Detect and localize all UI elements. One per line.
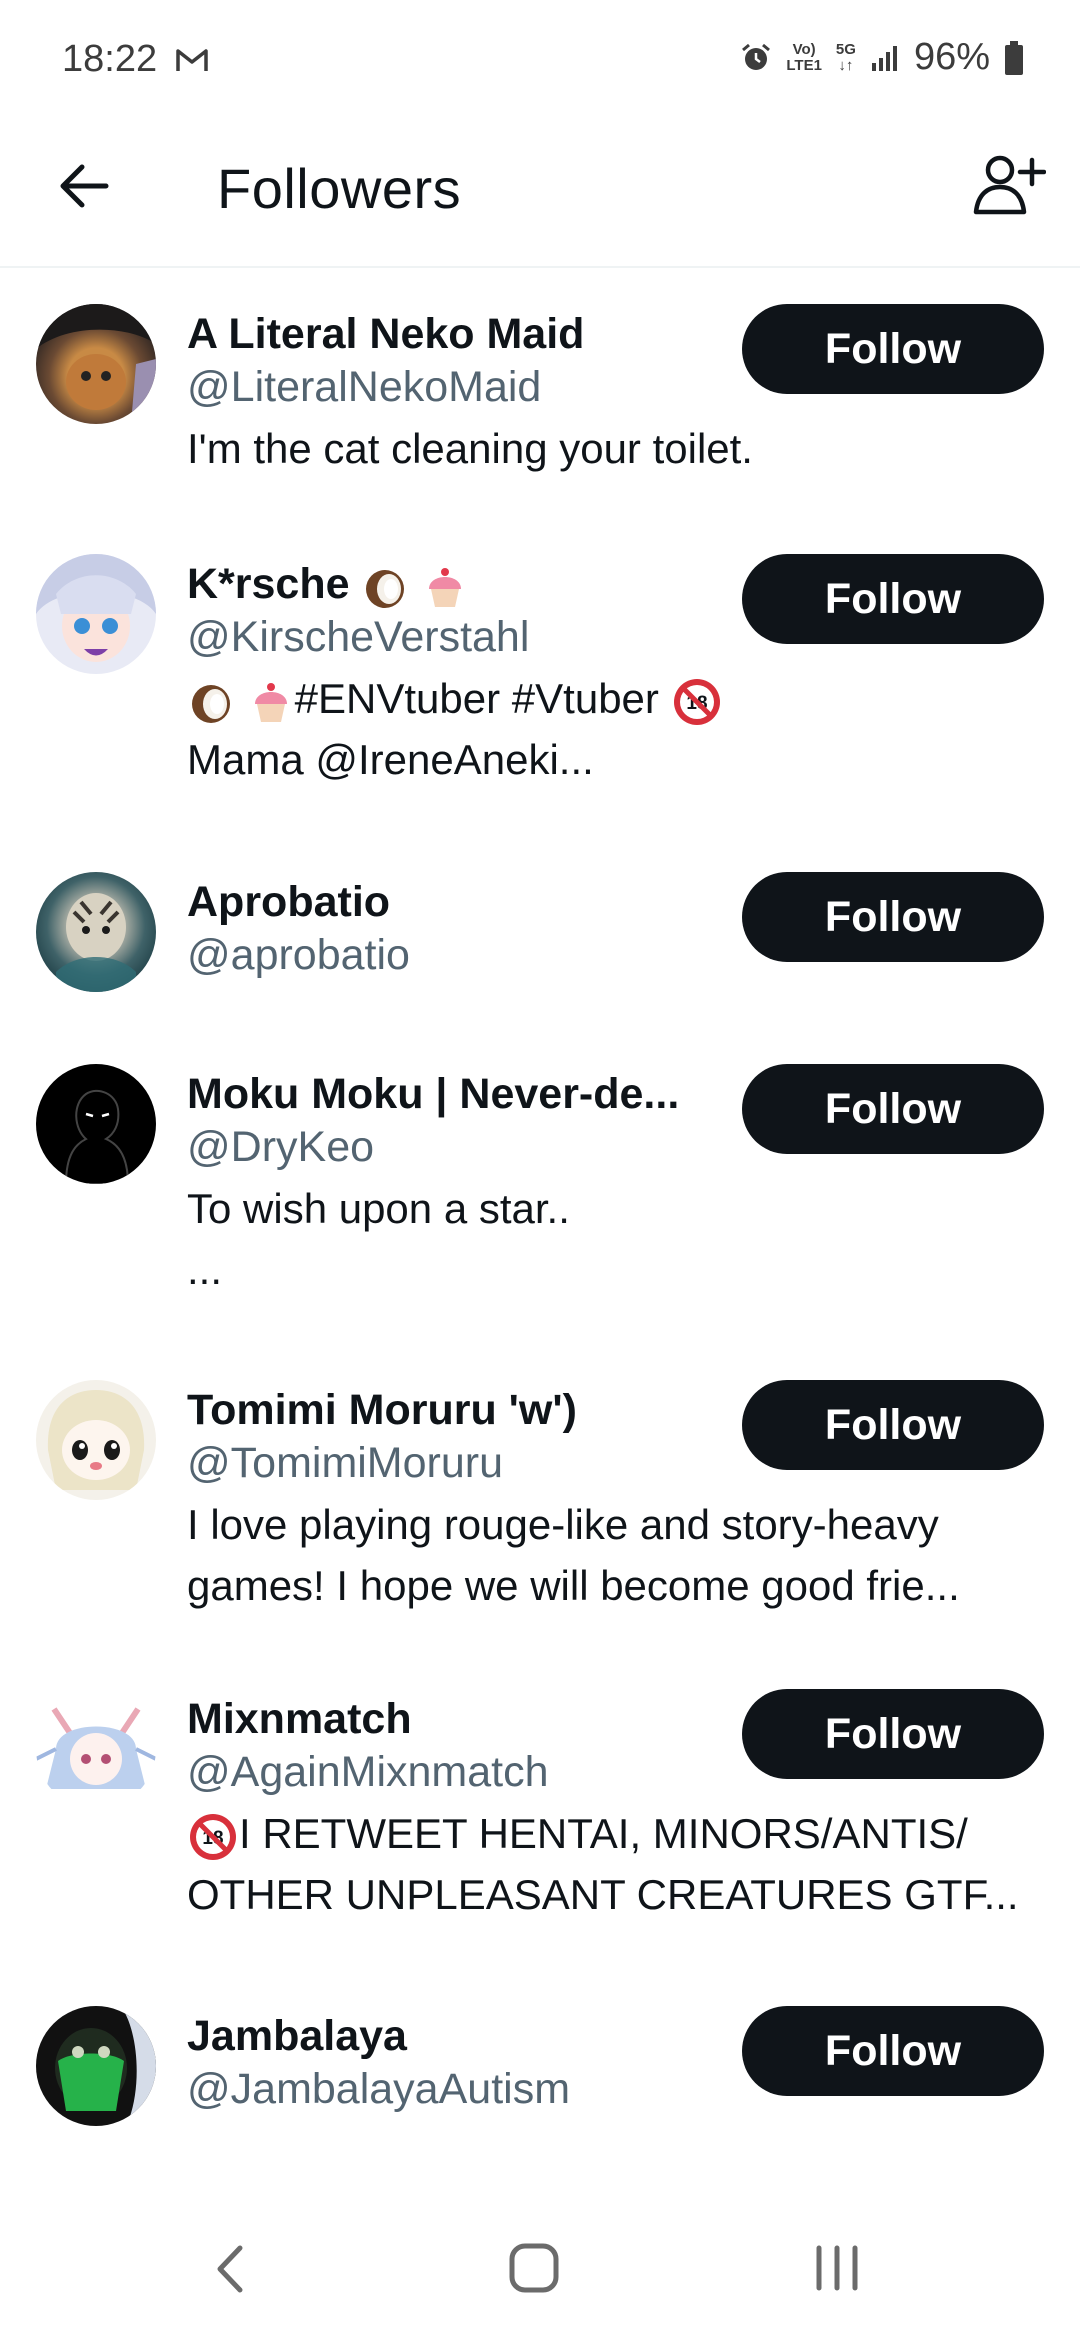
status-bar: 18:22 Vo) LTE1 5G ↓↑ 96%	[0, 0, 1080, 126]
network-5g-indicator: 5G ↓↑	[835, 40, 856, 74]
cupcake-icon	[254, 682, 287, 722]
tiger-avatar-image	[56, 893, 136, 992]
follower-name[interactable]: Aprobatio	[187, 876, 787, 928]
no-under-18-icon: 18	[190, 1813, 236, 1860]
follower-name[interactable]: Jambalaya	[187, 2010, 787, 2062]
app-header: Followers	[0, 126, 1080, 268]
follower-text: Aprobatio @aprobatio	[187, 876, 787, 982]
cat-avatar-image	[36, 304, 156, 424]
volte-indicator: Vo) LTE1	[786, 40, 822, 74]
follower-text: Mixnmatch @AgainMixnmatch 18 I RETWEET H…	[187, 1693, 1019, 1925]
anime-avatar-image	[36, 1707, 156, 1789]
follower-bio: #ENVtuber #Vtuber 18 Mama @IreneAneki...	[187, 668, 1027, 790]
avatar[interactable]	[36, 1380, 156, 1500]
follower-text: Tomimi Moruru 'w') @TomimiMoruru I love …	[187, 1384, 960, 1616]
signal-icon	[871, 45, 897, 71]
follower-name[interactable]: Moku Moku | Never-de...	[187, 1068, 787, 1120]
avatar[interactable]	[36, 872, 156, 992]
follower-handle[interactable]: @DryKeo	[187, 1120, 787, 1174]
status-time: 18:22	[62, 38, 158, 80]
follower-name[interactable]: Tomimi Moruru 'w')	[187, 1384, 787, 1436]
coconut-icon	[192, 684, 230, 723]
cupcake-icon	[429, 567, 462, 607]
follower-handle[interactable]: @JambalayaAutism	[187, 2062, 787, 2116]
follower-text: Moku Moku | Never-de... @DryKeo To wish …	[187, 1068, 787, 1300]
follower-text: Jambalaya @JambalayaAutism	[187, 2010, 787, 2116]
follower-bio: I love playing rouge-like and story-heav…	[187, 1501, 960, 1609]
follower-name[interactable]: A Literal Neko Maid	[187, 308, 787, 360]
follower-handle[interactable]: @LiteralNekoMaid	[187, 360, 787, 414]
nav-home-icon[interactable]	[508, 2242, 560, 2294]
follower-name[interactable]: Mixnmatch	[187, 1693, 787, 1745]
avatar[interactable]	[36, 304, 156, 424]
follow-button[interactable]: Follow	[742, 1064, 1044, 1154]
avatar[interactable]	[36, 1689, 156, 1809]
no-under-18-icon: 18	[673, 678, 720, 725]
alarm-icon	[742, 43, 771, 70]
mail-icon	[176, 49, 208, 71]
follower-handle[interactable]: @AgainMixnmatch	[187, 1745, 787, 1799]
battery-icon	[1005, 40, 1023, 75]
follower-text: K*rsche @KirscheVerstahl #ENVtuber #Vtub…	[187, 558, 787, 790]
back-button[interactable]	[52, 154, 116, 218]
avatar[interactable]	[36, 2006, 156, 2126]
follow-button[interactable]: Follow	[742, 304, 1044, 394]
masked-avatar-image	[36, 2006, 156, 2126]
follower-bio: 18 I RETWEET HENTAI, MINORS/ANTIS/ OTHER…	[187, 1810, 1019, 1918]
follower-handle[interactable]: @aprobatio	[187, 928, 787, 982]
add-user-icon[interactable]	[970, 150, 1046, 226]
avatar[interactable]	[36, 1064, 156, 1184]
nav-back-icon[interactable]	[208, 2242, 252, 2296]
follow-button[interactable]: Follow	[742, 2006, 1044, 2096]
avatar[interactable]	[36, 554, 156, 674]
status-icons: Vo) LTE1 5G ↓↑ 96%	[740, 36, 1024, 79]
page-title: Followers	[217, 157, 462, 220]
follower-bio: To wish upon a star.. ...	[187, 1185, 570, 1293]
follower-name-row[interactable]: K*rsche	[187, 558, 787, 610]
nav-recents-icon[interactable]	[812, 2242, 862, 2292]
follower-name: K*rsche	[187, 560, 350, 608]
follower-bio: I'm the cat cleaning your toilet.	[187, 425, 753, 472]
follow-button[interactable]: Follow	[742, 1689, 1044, 1779]
coconut-icon	[366, 569, 405, 608]
follow-button[interactable]: Follow	[742, 554, 1044, 644]
battery-percent: 96%	[913, 36, 990, 78]
follow-button[interactable]: Follow	[742, 1380, 1044, 1470]
arrow-left-icon	[60, 164, 109, 208]
system-nav-bar	[0, 2210, 1080, 2320]
follow-button[interactable]: Follow	[742, 872, 1044, 962]
follower-handle[interactable]: @TomimiMoruru	[187, 1436, 787, 1490]
anime-avatar-image	[36, 554, 156, 662]
follower-text: A Literal Neko Maid @LiteralNekoMaid I'm…	[187, 308, 787, 479]
follower-handle[interactable]: @KirscheVerstahl	[187, 610, 787, 664]
silhouette-avatar-image	[64, 1089, 130, 1184]
chibi-avatar-image	[47, 1390, 145, 1490]
